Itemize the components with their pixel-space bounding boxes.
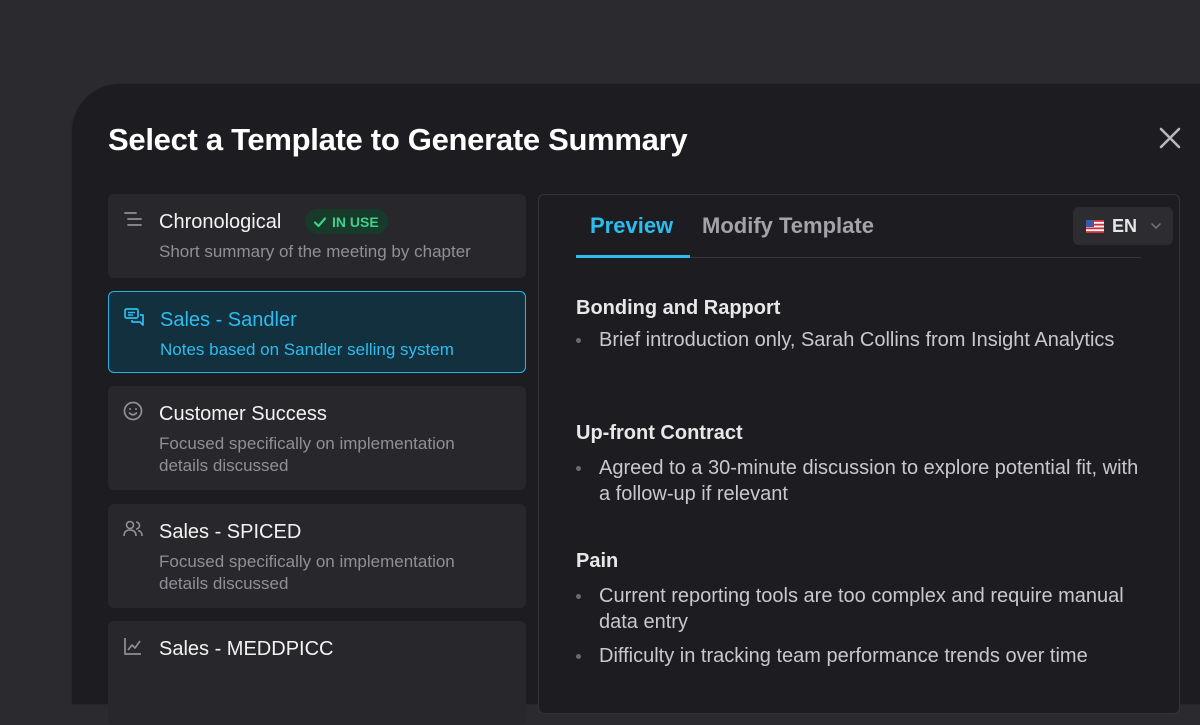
in-use-badge: IN USE (305, 209, 388, 234)
bullet-text: Difficulty in tracking team performance … (599, 645, 1088, 667)
template-card-sales-spiced[interactable]: Sales - SPICED Focused specifically on i… (108, 504, 526, 608)
chat-bubbles-icon (123, 306, 145, 328)
tab-preview[interactable]: Preview (590, 213, 673, 239)
check-icon (313, 216, 327, 227)
section-title: Bonding and Rapport (576, 297, 781, 319)
template-card-sales-meddpicc[interactable]: Sales - MEDDPICC (108, 621, 526, 725)
template-name: Sales - SPICED (159, 521, 302, 543)
bullet-dot (576, 338, 581, 343)
bullet-text: Current reporting tools are too complex … (599, 585, 1124, 633)
template-card-sales-sandler[interactable]: Sales - Sandler Notes based on Sandler s… (108, 291, 526, 373)
template-description: Short summary of the meeting by chapter (159, 242, 471, 261)
template-name: Sales - MEDDPICC (159, 638, 334, 660)
bullet-dot (576, 594, 581, 599)
template-name: Chronological (159, 211, 282, 233)
section-title: Pain (576, 550, 619, 572)
list-icon (122, 208, 144, 230)
smiley-icon (122, 400, 144, 422)
template-card-chronological[interactable]: Chronological IN USE Short summary of th… (108, 194, 526, 278)
template-description: Focused specifically on implementation d… (159, 434, 455, 475)
close-icon[interactable] (1156, 124, 1184, 152)
language-selector[interactable]: EN (1073, 207, 1173, 245)
section-title: Up-front Contract (576, 422, 743, 444)
template-description: Focused specifically on implementation d… (159, 552, 455, 593)
bullet-dot (576, 654, 581, 659)
chart-line-icon (122, 635, 144, 657)
language-code: EN (1112, 215, 1138, 236)
template-name: Customer Success (159, 403, 327, 425)
bullet-dot (576, 466, 581, 471)
modal-title: Select a Template to Generate Summary (108, 122, 688, 157)
badge-label: IN USE (332, 213, 379, 230)
template-card-customer-success[interactable]: Customer Success Focused specifically on… (108, 386, 526, 490)
preview-panel: Preview Modify Template EN Bonding and R… (538, 194, 1180, 714)
template-name: Sales - Sandler (160, 309, 297, 331)
active-tab-indicator (576, 255, 690, 258)
us-flag-icon (1086, 219, 1104, 233)
bullet-text: Agreed to a 30-minute discussion to expl… (599, 457, 1139, 505)
users-icon (122, 518, 144, 540)
template-description: Notes based on Sandler selling system (160, 340, 454, 359)
chevron-down-icon (1151, 223, 1161, 230)
bullet-text: Brief introduction only, Sarah Collins f… (599, 329, 1115, 351)
template-modal: Select a Template to Generate Summary Ch… (72, 84, 1200, 725)
tab-modify-template[interactable]: Modify Template (702, 213, 874, 239)
